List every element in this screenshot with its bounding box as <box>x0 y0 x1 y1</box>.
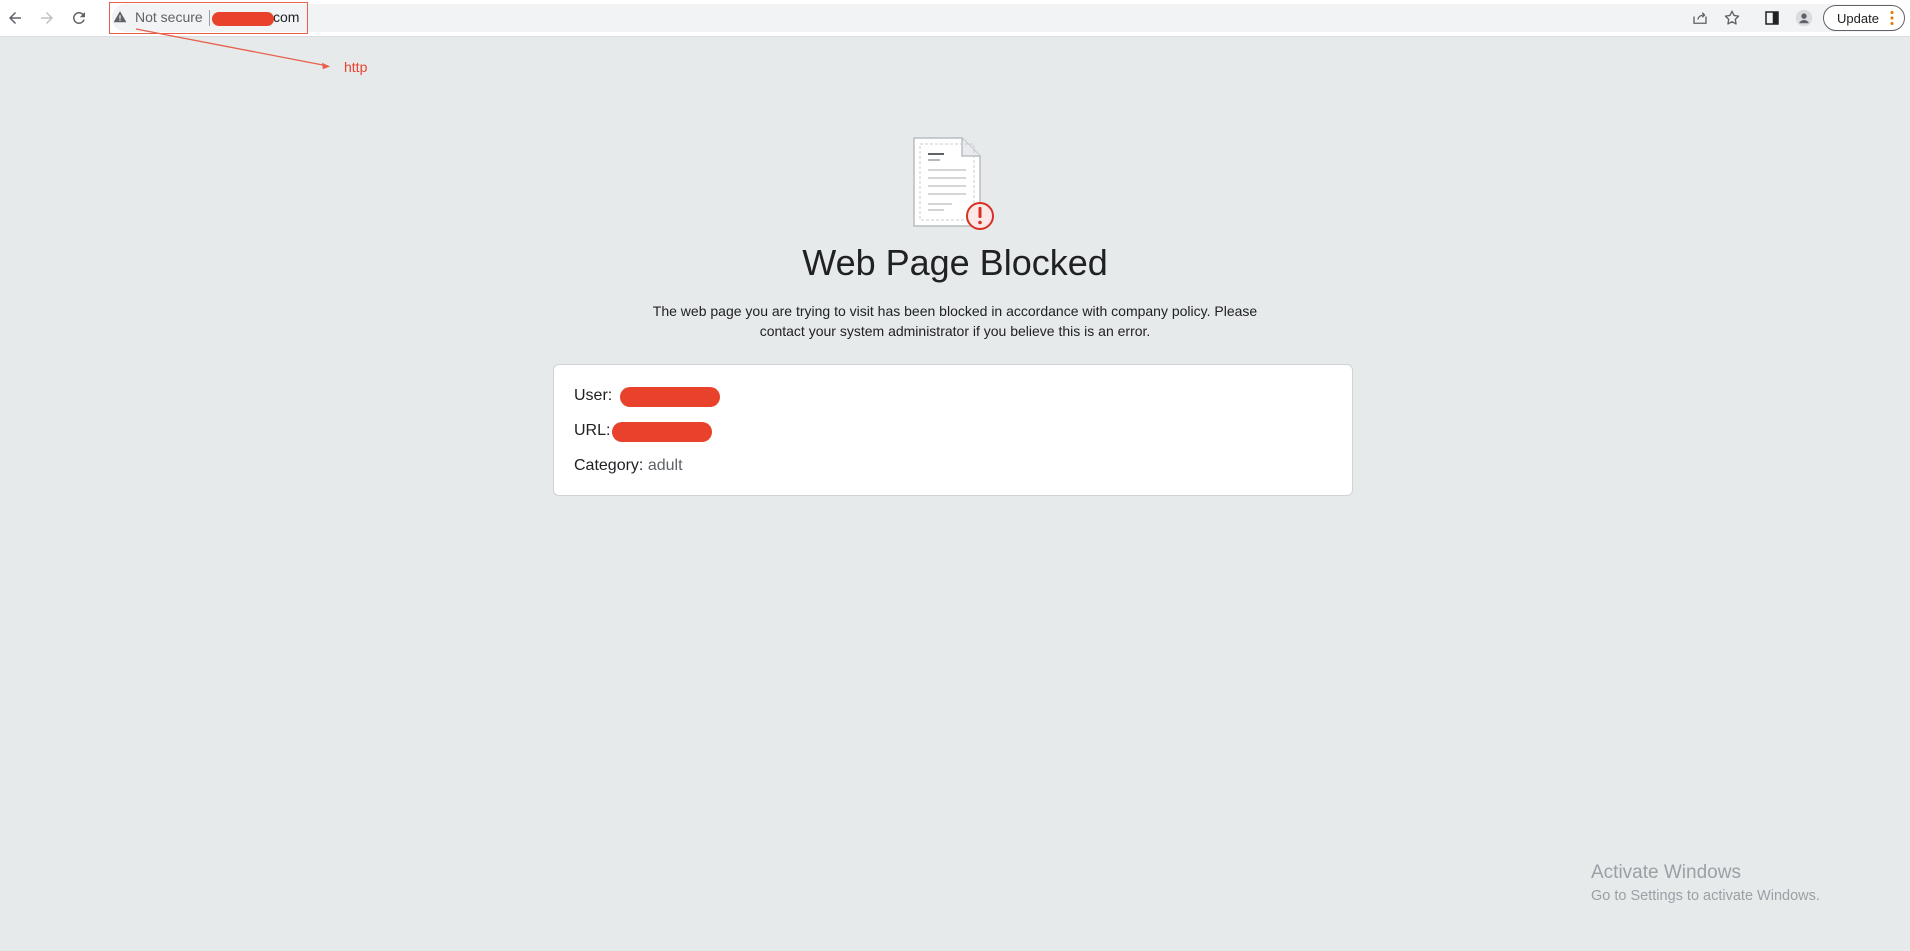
url-label: URL: <box>574 422 611 439</box>
activation-watermark-subtitle: Go to Settings to activate Windows. <box>1591 888 1820 904</box>
forward-button[interactable] <box>35 6 59 30</box>
url-value-redaction <box>612 422 712 442</box>
star-icon <box>1724 10 1740 25</box>
document-warning-icon <box>913 137 994 230</box>
address-bar[interactable] <box>112 4 1902 32</box>
annotation-highlight-box <box>109 2 308 34</box>
page-description: The web page you are trying to visit has… <box>652 303 1258 339</box>
arrow-left-icon <box>9 12 21 24</box>
info-row-url: URL: <box>574 422 610 440</box>
reload-icon <box>73 12 85 24</box>
info-row-category: Category: adult <box>574 457 683 475</box>
profile-button[interactable] <box>1794 8 1814 28</box>
update-label: Update <box>1837 11 1879 26</box>
back-button[interactable] <box>3 6 27 30</box>
reload-button[interactable] <box>67 6 91 30</box>
arrow-right-icon <box>41 12 53 24</box>
page-title: Web Page Blocked <box>802 242 1108 283</box>
profile-icon <box>1795 9 1813 27</box>
annotation-label: http <box>344 59 368 75</box>
blocked-info-card: User: URL: Category: adult <box>553 364 1353 496</box>
user-label: User: <box>574 387 613 404</box>
update-button[interactable]: Update <box>1823 5 1905 31</box>
share-icon <box>1693 12 1707 24</box>
user-redaction <box>620 387 720 407</box>
info-row-user: User: <box>574 387 612 405</box>
bookmark-button[interactable] <box>1722 8 1742 28</box>
side-panel-button[interactable] <box>1762 8 1782 28</box>
share-button[interactable] <box>1690 8 1710 28</box>
side-panel-icon <box>1765 11 1779 25</box>
more-vert-icon[interactable] <box>1890 10 1894 26</box>
category-label: Category: <box>574 457 644 474</box>
activation-watermark-title: Activate Windows <box>1591 862 1741 883</box>
category-value: adult <box>647 457 683 474</box>
